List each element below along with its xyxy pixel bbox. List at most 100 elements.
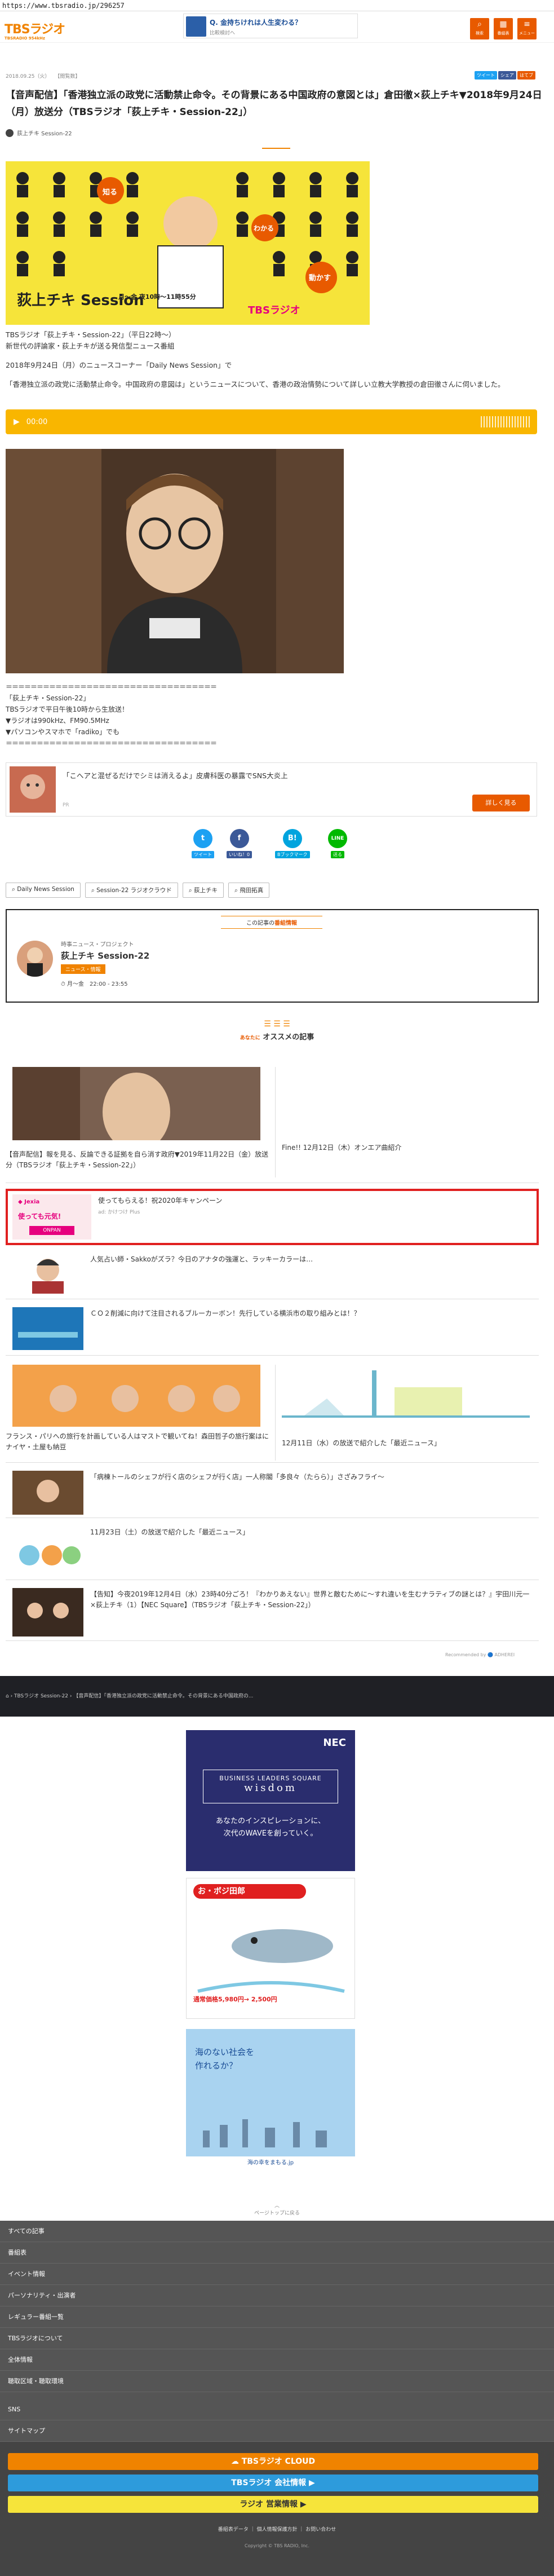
footer-nav-item[interactable]: 全体情報	[0, 2349, 554, 2371]
hero-image: 知る わかる 動かす 荻上チキ Session 月〜金 夜10時〜11時55分 …	[6, 161, 370, 325]
info-block: ＝＝＝＝＝＝＝＝＝＝＝＝＝＝＝＝＝＝＝＝＝＝＝＝＝＝＝＝＝＝＝＝＝＝ 「荻上チキ…	[6, 681, 537, 749]
footer-nav-item[interactable]: 番組表	[0, 2242, 554, 2264]
ocean-line: 作れるか？	[195, 2061, 238, 2071]
footer-cloud-button[interactable]: ☁ TBSラジオ CLOUD	[8, 2453, 538, 2470]
facebook-share[interactable]: f いいね！0	[227, 829, 252, 858]
audio-time: 00:00	[26, 417, 48, 426]
line-share[interactable]: LINE 送る	[328, 829, 347, 858]
rec-title[interactable]: Fine!! 12月12日（木）オンエア曲紹介	[282, 1143, 530, 1153]
footer-bottom: ☁ TBSラジオ CLOUD TBSラジオ 会社情報 ▶ ラジオ 営業情報 ▶ …	[0, 2442, 554, 2576]
footer-nav-item[interactable]: SNS	[0, 2399, 554, 2420]
intro-line: TBSラジオ「荻上チキ・Session-22」（平日22時〜）	[6, 330, 176, 339]
footer-company-button[interactable]: TBSラジオ 会社情報 ▶	[8, 2474, 538, 2491]
ocean-ad[interactable]: 海のない社会を 作れるか？ 海の幸をまもる.jp	[186, 2029, 355, 2170]
footer-nav-item[interactable]: サイトマップ	[0, 2420, 554, 2442]
breadcrumb-item[interactable]: TBSラジオ Session-22	[14, 1693, 68, 1699]
tag-item[interactable]: ⌕ 荻上チキ	[182, 883, 224, 898]
rec-thumb[interactable]	[12, 1471, 83, 1515]
audio-waveform[interactable]	[481, 416, 531, 427]
rec-title[interactable]: 【音声配信】報を見る、反論できる証拠を自ら消す政府▼2019年11月22日（金）…	[6, 1149, 271, 1171]
page-top-link[interactable]: ︿ ページトップに戻る	[0, 2202, 554, 2216]
info-line: TBSラジオで平日午後10時から生放送！	[6, 705, 128, 713]
rec-title[interactable]: 【告知】今夜2019年12月4日（水）23時40分ごろ！『わかりあえない』世界と…	[90, 1589, 530, 1611]
promo-button[interactable]: 詳しく見る	[472, 795, 530, 811]
footer-sales-button[interactable]: ラジオ 営業情報 ▶	[8, 2496, 538, 2513]
avatar	[6, 129, 14, 137]
tweet-mini-button[interactable]: ツイート	[475, 71, 497, 80]
home-icon[interactable]: ⌂	[6, 1693, 9, 1699]
rec-ad-row[interactable]: ◆ Jexia 使っても元気! ONPAN 使ってもらえる！祝2020年キャンペ…	[6, 1189, 539, 1245]
rec-thumb[interactable]	[12, 1365, 260, 1427]
rec-title[interactable]: 11月23日（土）の放送で紹介した「最近ニュース」	[90, 1527, 530, 1538]
rec-thumb[interactable]	[282, 1365, 530, 1427]
promo-card[interactable]: 「こへアと混ぜるだけでシミは消えるよ」皮膚科医の暴露でSNS大炎上 PR 詳しく…	[6, 762, 537, 817]
program-time: ⏱ 月〜金 22:00 - 23:55	[61, 981, 128, 987]
poji-ad[interactable]: お・ボジ田郎 通常価格5,980円→ 2,500円	[186, 1878, 355, 2019]
info-line: ▼ラジオは990kHz、FM90.5MHz	[6, 717, 109, 725]
program-box-heading: この記事の番組情報	[221, 916, 322, 929]
nec-logo: NEC	[323, 1737, 346, 1749]
promo-sponsor: PR	[63, 802, 69, 808]
rec-title[interactable]: 使ってもらえる！祝2020年キャンペーン	[98, 1196, 222, 1206]
rec-row-7: 11月23日（土）の放送で紹介した「最近ニュース」	[6, 1524, 539, 1580]
corner-line: 2018年9月24日（月）のニュースコーナー「Daily News Sessio…	[6, 361, 232, 369]
twitter-icon: t	[193, 829, 212, 848]
recommend-icon: ☰ ☰ ☰	[264, 1020, 290, 1029]
footer-nav-item[interactable]: レギュラー番組一覧	[0, 2306, 554, 2328]
city-illustration	[203, 2119, 327, 2147]
rec-title[interactable]: ＣＯ２削減に向けて注目されるブルーカーボン！先行している横浜市の取り組みとは！？	[90, 1308, 530, 1319]
rec-row-4: ＣＯ２削減に向けて注目されるブルーカーボン！先行している横浜市の取り組みとは！？	[6, 1305, 539, 1356]
header-ad-banner[interactable]: Q. 金持ちけれは人生変わる？ 比較検討へ	[183, 14, 358, 38]
nec-ad[interactable]: NEC BUSINESS LEADERS SQUARE wisdom あなたのイ…	[186, 1730, 355, 1871]
rec-thumb[interactable]	[12, 1253, 83, 1294]
rec-thumb[interactable]	[12, 1527, 83, 1576]
program-name: 荻上チキ Session-22	[61, 951, 150, 961]
footer-nav-item[interactable]: TBSラジオについて	[0, 2328, 554, 2349]
footer-links[interactable]: 番組表データ ｜ 個人情報保護方針 ｜ お問い合わせ	[0, 2525, 554, 2533]
site-logo[interactable]: TBSラジオ TBSRADIO 954kHz	[5, 19, 65, 41]
breadcrumb-item[interactable]: 【音声配信】「香港独立派の政党に活動禁止命令。その背景にある中国政府の...	[73, 1693, 253, 1699]
footer-nav-item[interactable]: イベント情報	[0, 2264, 554, 2285]
audio-player[interactable]: ▶ 00:00	[6, 409, 537, 434]
play-icon[interactable]: ▶	[14, 417, 20, 426]
rec-title[interactable]: 12月11日（水）の放送で紹介した「最近ニュース」	[282, 1438, 530, 1449]
rec-row-6: 「病棟トールのシェフが行く店のシェフが行く店」一人称閣「多良々（たらら）」さざみ…	[6, 1468, 539, 1518]
fb-mini-button[interactable]: シェア	[498, 71, 516, 80]
guest-photo	[6, 449, 344, 673]
tag-item[interactable]: ⌕ 飛田拓真	[228, 883, 270, 898]
tag-list: ⌕ Daily News Session ⌕ Session-22 ラジオクラウ…	[6, 883, 270, 898]
rec-title[interactable]: フランス・パリへの旅行を計画している人はマストで観いてね！森田哲子の旅行案はにナ…	[6, 1431, 271, 1453]
twitter-share-label: ツイート	[192, 851, 214, 858]
ocean-line: 海のない社会を	[195, 2047, 255, 2057]
search-icon[interactable]: ⌕ 検索	[470, 18, 489, 39]
footer-nav-item[interactable]: 聴取区域・聴取環境	[0, 2371, 554, 2392]
program-info-box[interactable]: この記事の番組情報 時事ニュース・プロジェクト 荻上チキ Session-22 …	[6, 909, 539, 1003]
tag-item[interactable]: ⌕ Daily News Session	[6, 883, 81, 898]
ocean-foot: 海の幸をまもる.jp	[186, 2156, 355, 2170]
footer-nav-item[interactable]: すべての記事	[0, 2221, 554, 2242]
rec-thumb[interactable]	[12, 1307, 83, 1350]
hero-word-move: 動かす	[309, 274, 331, 283]
facebook-icon: f	[229, 829, 249, 848]
line-icon: LINE	[328, 829, 347, 848]
poji-price: 通常価格5,980円→ 2,500円	[193, 1996, 277, 2003]
twitter-share[interactable]: t ツイート	[192, 829, 214, 858]
rec-title[interactable]: 「病棟トールのシェフが行く店のシェフが行く店」一人称閣「多良々（たらら）」さざみ…	[90, 1472, 530, 1483]
info-rule: ＝＝＝＝＝＝＝＝＝＝＝＝＝＝＝＝＝＝＝＝＝＝＝＝＝＝＝＝＝＝＝＝＝＝	[6, 739, 217, 747]
rec-title[interactable]: 人気占い師・Sakkoがズラ？今日のアナタの強運と、ラッキーカラーは…	[90, 1254, 530, 1265]
schedule-icon[interactable]: ▦ 番組表	[494, 18, 513, 39]
nec-line: あなたのインスピレーションに、	[215, 1817, 326, 1825]
address-bar[interactable]: https://www.tbsradio.jp/296257	[0, 0, 554, 11]
article-author[interactable]: 荻上チキ Session-22	[6, 129, 72, 137]
cloud-icon: ☁	[231, 2457, 239, 2466]
tag-item[interactable]: ⌕ Session-22 ラジオクラウド	[85, 883, 178, 898]
hatena-share[interactable]: B! Bブックマーク	[275, 829, 310, 858]
footer-nav-item[interactable]: パーソナリティ・出演者	[0, 2285, 554, 2306]
share-mini: ツイート シェア はてブ	[473, 71, 535, 80]
hatena-mini-button[interactable]: はてブ	[517, 71, 535, 80]
rec-thumb[interactable]	[12, 1067, 260, 1140]
nec-box: BUSINESS LEADERS SQUARE wisdom	[203, 1770, 338, 1803]
program-avatar	[17, 941, 53, 977]
menu-icon[interactable]: ≡ メニュー	[517, 18, 537, 39]
rec-thumb[interactable]	[12, 1588, 83, 1637]
